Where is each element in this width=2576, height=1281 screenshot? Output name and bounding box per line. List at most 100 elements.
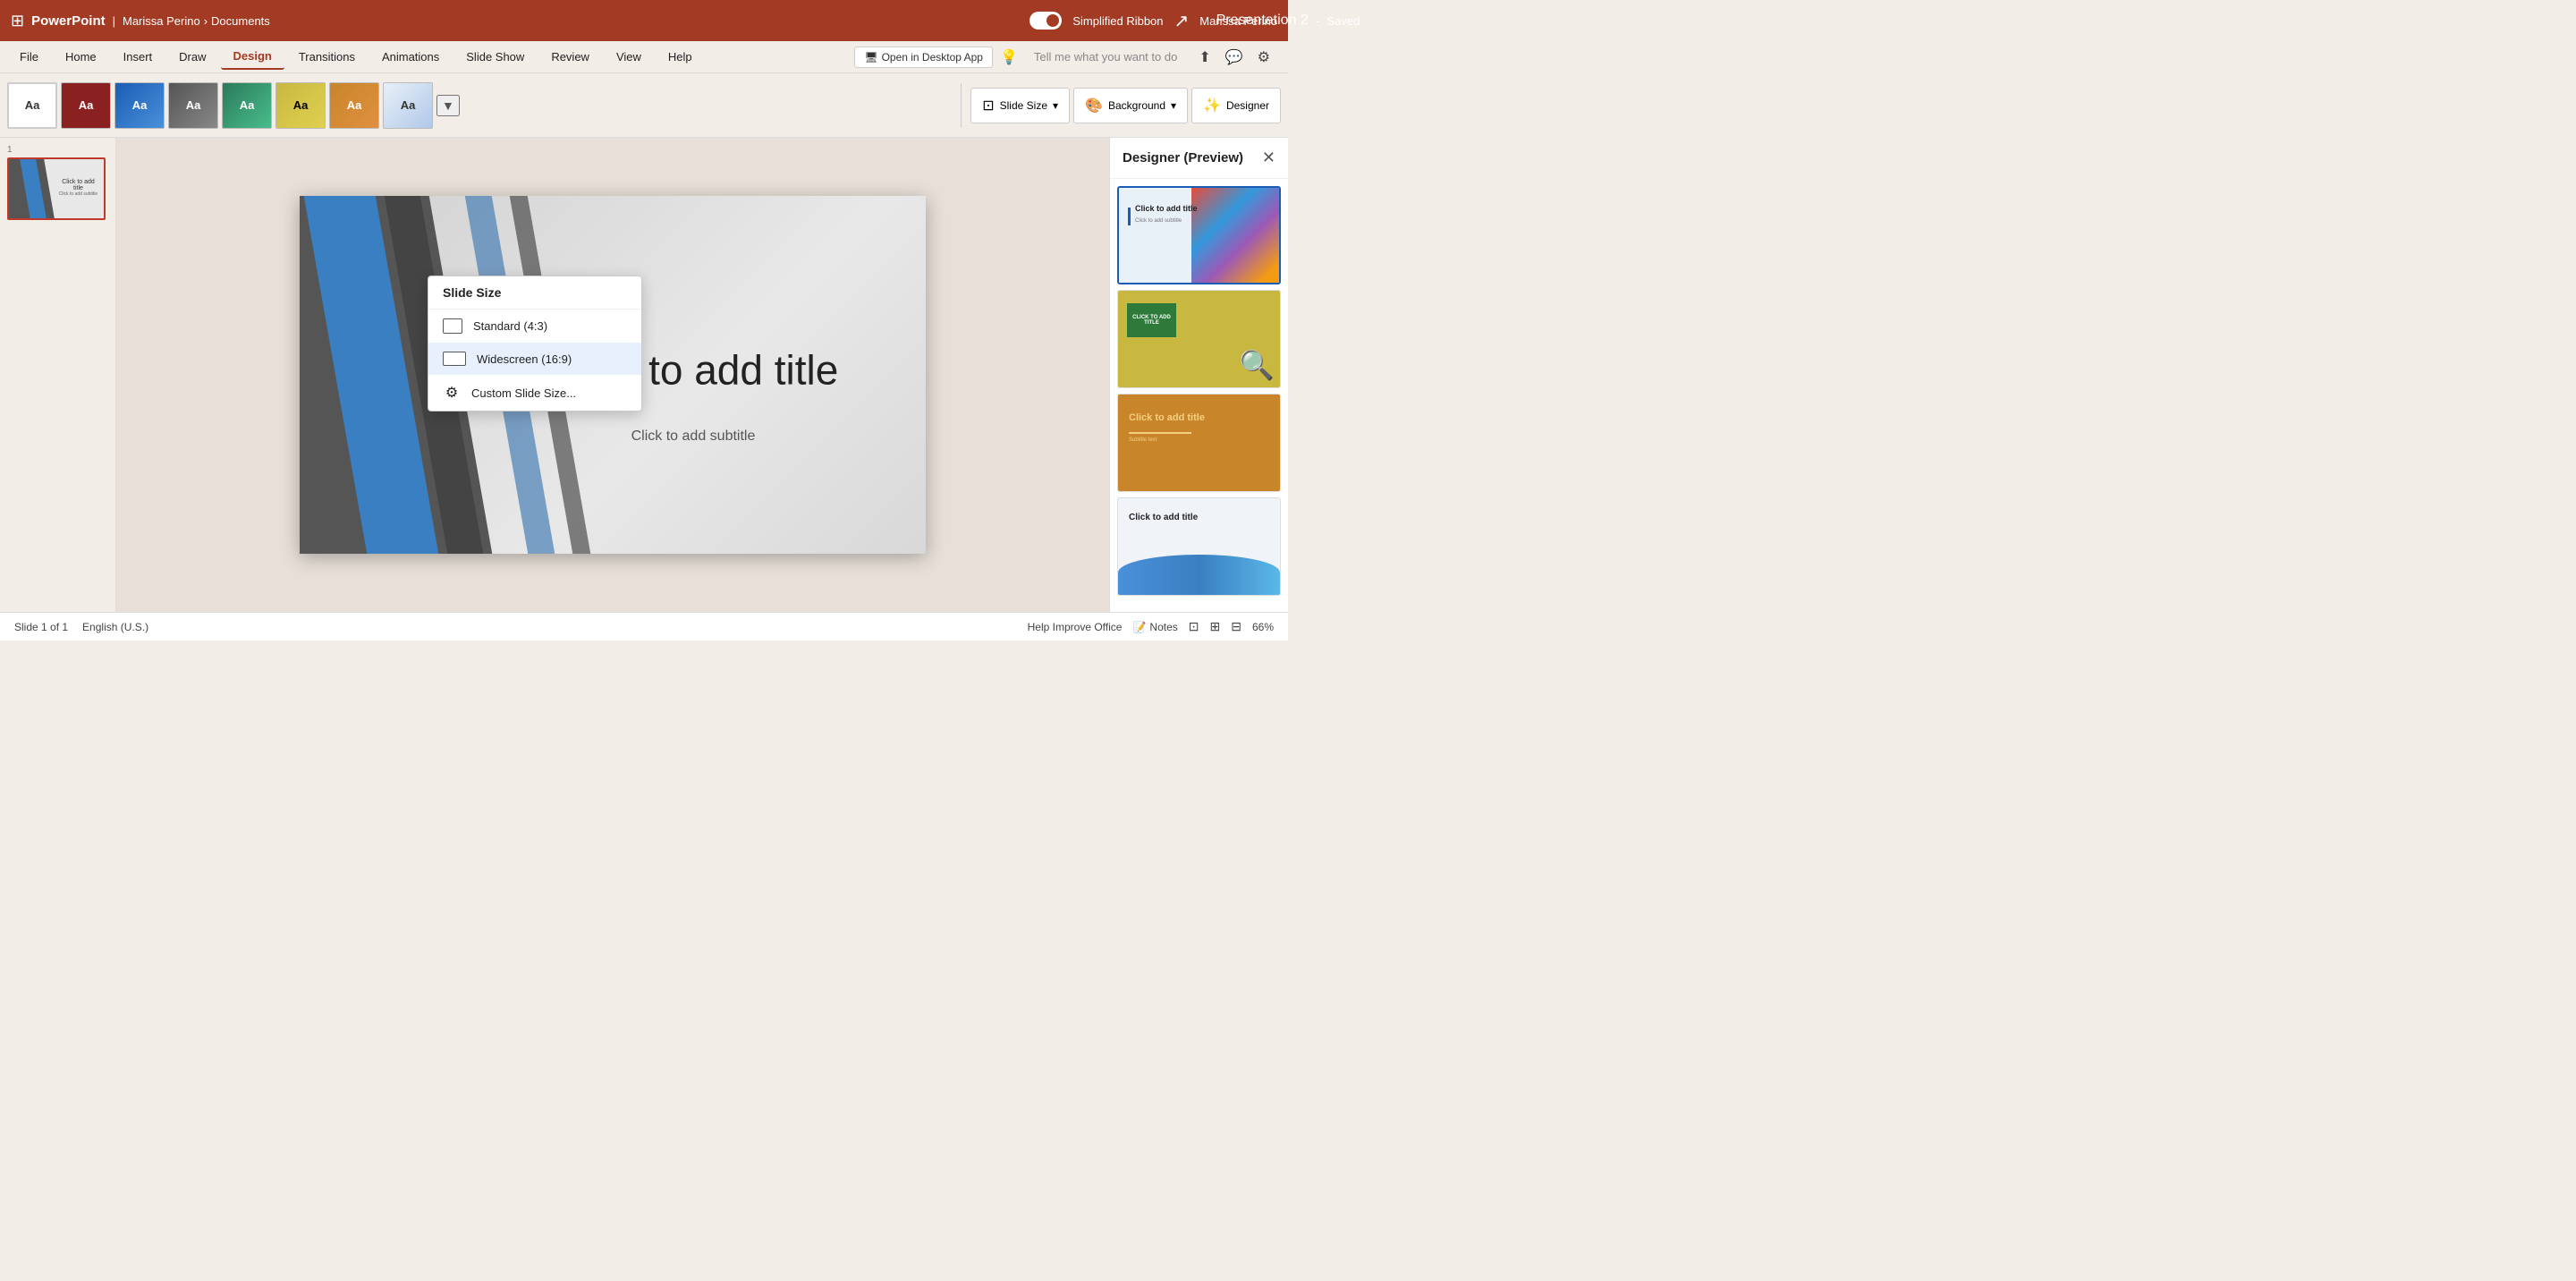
share-icon[interactable]: ↗ (1174, 10, 1190, 32)
designer-template-3[interactable]: Click to add title Subtitle text (1117, 394, 1281, 492)
theme-thumb-1[interactable]: Aa (7, 82, 57, 129)
dt3-subtitle: Subtitle text (1129, 437, 1157, 443)
theme-thumb-2[interactable]: Aa (61, 82, 111, 129)
dropdown-item-widescreen[interactable]: Widescreen (16:9) (428, 343, 641, 375)
status-bar: Slide 1 of 1 English (U.S.) Help Improve… (0, 612, 1288, 640)
dropdown-item-standard[interactable]: Standard (4:3) (428, 310, 641, 343)
waffle-icon[interactable]: ⊞ (11, 12, 24, 30)
ribbon-divider-1 (961, 83, 962, 128)
dt2-title-text: CLICK TO ADD TITLE (1127, 313, 1176, 327)
thumb-subtitle: Click to add subtitle (55, 191, 102, 197)
slide-panel: 1 Click to add title Click to add subtit… (0, 138, 116, 612)
app-name: PowerPoint (31, 13, 106, 29)
design-ribbon: Aa Aa Aa Aa Aa Aa Aa Aa ▼ ⊡ Slide Size ▾… (0, 73, 1288, 138)
tab-draw[interactable]: Draw (166, 45, 218, 69)
title-bar: ⊞ PowerPoint | Marissa Perino › Document… (0, 0, 1288, 41)
toolbar-right-icons: ⬆ 💬 ⚙ (1188, 47, 1281, 68)
view-grid-icon[interactable]: ⊞ (1210, 619, 1221, 634)
tab-home[interactable]: Home (53, 45, 109, 69)
designer-title: Designer (Preview) (1123, 150, 1243, 165)
dt3-title: Click to add title (1129, 412, 1205, 423)
status-right: Help Improve Office 📝 Notes ⊡ ⊞ ⊟ 66% (1028, 619, 1274, 634)
thumb-title: Click to add title (55, 177, 102, 193)
dt4-title-text: Click to add title (1129, 513, 1198, 522)
slide-canvas-area[interactable]: Click to add title Click to add subtitle… (116, 138, 1109, 612)
open-desktop-label: Open in Desktop App (882, 51, 983, 64)
dt1-accent (1128, 208, 1131, 225)
theme-thumb-6[interactable]: Aa (275, 82, 326, 129)
background-label: Background (1108, 99, 1165, 112)
background-chevron: ▾ (1171, 99, 1176, 112)
slide-size-dropdown: Slide Size Standard (4:3) Widescreen (16… (428, 276, 642, 411)
view-normal-icon[interactable]: ⊡ (1189, 619, 1199, 634)
comments-button[interactable]: 💬 (1222, 47, 1247, 68)
dt2-green-box: CLICK TO ADD TITLE (1127, 303, 1176, 337)
notes-icon: 📝 (1132, 621, 1146, 633)
zoom-level: 66% (1252, 621, 1274, 633)
dt1-photo (1191, 188, 1279, 283)
background-button[interactable]: 🎨 Background ▾ (1073, 88, 1188, 123)
notes-button[interactable]: 📝 Notes (1132, 621, 1177, 633)
designer-close-button[interactable]: ✕ (1262, 148, 1275, 167)
theme-expand-button[interactable]: ▼ (436, 95, 460, 116)
tab-slideshow[interactable]: Slide Show (453, 45, 537, 69)
main-area: 1 Click to add title Click to add subtit… (0, 138, 1288, 612)
tab-file[interactable]: File (7, 45, 51, 69)
tab-view[interactable]: View (604, 45, 654, 69)
theme-thumb-4[interactable]: Aa (168, 82, 218, 129)
saved-status: Saved (1326, 14, 1360, 28)
theme-thumb-8[interactable]: Aa (383, 82, 433, 129)
ribbon-tabs: File Home Insert Draw Design Transitions… (0, 41, 1288, 73)
custom-label: Custom Slide Size... (471, 386, 576, 400)
dropdown-item-custom[interactable]: ⚙ Custom Slide Size... (428, 375, 641, 411)
help-improve[interactable]: Help Improve Office (1028, 621, 1123, 633)
breadcrumb-location[interactable]: Documents (211, 14, 270, 28)
designer-template-4[interactable]: Click to add title (1117, 497, 1281, 596)
tab-animations[interactable]: Animations (369, 45, 452, 69)
designer-button[interactable]: ✨ Designer (1191, 88, 1281, 123)
title-dash: - (1316, 13, 1320, 28)
standard-label: Standard (4:3) (473, 319, 547, 333)
view-fit-icon[interactable]: ⊟ (1231, 619, 1241, 634)
dt4-wave (1118, 555, 1280, 595)
lightbulb-icon: 💡 (995, 48, 1023, 66)
share-button[interactable]: ⬆ (1195, 47, 1214, 68)
slide-thumbnail-1[interactable]: Click to add title Click to add subtitle (7, 157, 106, 220)
breadcrumb[interactable]: Marissa Perino › Documents (123, 14, 270, 28)
slide-info: Slide 1 of 1 (14, 621, 68, 633)
open-desktop-button[interactable]: 🖥 Open in Desktop App (854, 47, 993, 68)
breadcrumb-sep: › (204, 14, 208, 28)
tab-review[interactable]: Review (538, 45, 602, 69)
simplified-ribbon-toggle[interactable] (1030, 12, 1062, 30)
theme-thumb-5[interactable]: Aa (222, 82, 272, 129)
presentation-title[interactable]: Presentation 2 (1216, 13, 1309, 29)
tab-transitions[interactable]: Transitions (286, 45, 368, 69)
dt2-magnify-icon: 🔍 (1239, 348, 1275, 382)
slide-size-label: Slide Size (1000, 99, 1047, 112)
search-placeholder: Tell me what you want to do (1034, 50, 1177, 64)
designer-template-1[interactable]: Click to add title Click to add subtitle (1117, 186, 1281, 284)
search-bar[interactable]: Tell me what you want to do (1025, 47, 1186, 67)
slide-size-chevron: ▾ (1053, 99, 1058, 112)
slide-size-icon: ⊡ (982, 97, 994, 115)
title-bar-left: ⊞ PowerPoint | Marissa Perino › Document… (11, 12, 1022, 30)
tab-help[interactable]: Help (656, 45, 705, 69)
widescreen-label: Widescreen (16:9) (477, 352, 572, 366)
language-info: English (U.S.) (82, 621, 148, 633)
theme-thumb-3[interactable]: Aa (114, 82, 165, 129)
tab-insert[interactable]: Insert (111, 45, 165, 69)
theme-thumbnails: Aa Aa Aa Aa Aa Aa Aa Aa ▼ (7, 82, 952, 129)
widescreen-icon (443, 352, 466, 366)
tab-design[interactable]: Design (221, 44, 284, 70)
designer-panel: Designer (Preview) ✕ Click to add title … (1109, 138, 1288, 612)
theme-thumb-7[interactable]: Aa (329, 82, 379, 129)
slide-number-1: 1 (7, 145, 108, 155)
breadcrumb-user[interactable]: Marissa Perino (123, 14, 200, 28)
designer-template-2[interactable]: CLICK TO ADD TITLE 🔍 (1117, 290, 1281, 388)
slide-size-button[interactable]: ⊡ Slide Size ▾ (970, 88, 1070, 123)
dt1-subtitle: Click to add subtitle (1135, 218, 1207, 224)
standard-icon (443, 318, 462, 334)
breadcrumb-separator: | (113, 14, 115, 28)
slide-subtitle[interactable]: Click to add subtitle (487, 428, 899, 445)
settings-button[interactable]: ⚙ (1254, 47, 1274, 68)
